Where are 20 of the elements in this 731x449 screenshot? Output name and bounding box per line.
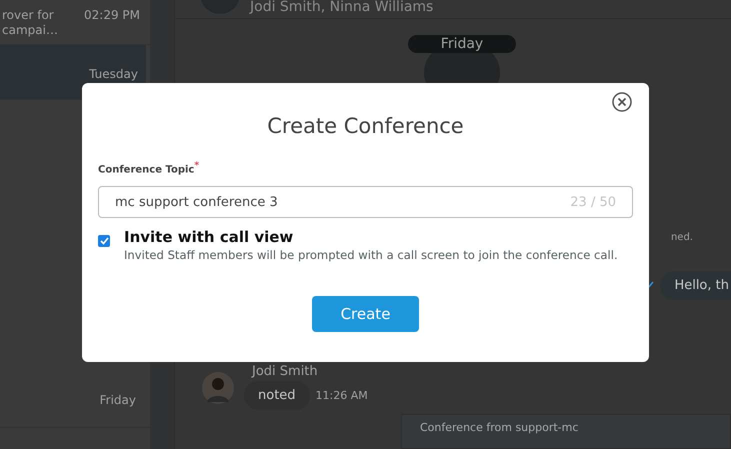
dialog-title: Create Conference xyxy=(266,114,465,138)
message-time: 11:26 AM xyxy=(316,388,368,402)
avatar xyxy=(202,370,234,406)
message-bubble: Hello, th xyxy=(660,270,731,300)
message-bubble: noted xyxy=(244,380,310,410)
conversation-time: 02:29 PM xyxy=(84,8,140,22)
close-icon[interactable] xyxy=(612,92,632,112)
create-button[interactable]: Create xyxy=(312,296,419,332)
checkbox[interactable] xyxy=(98,235,110,248)
conversation-time: Friday xyxy=(100,393,136,407)
message-preview: campai… xyxy=(2,23,58,38)
date-divider: Friday xyxy=(408,35,516,54)
conversation-time: Tuesday xyxy=(89,67,138,81)
status-text: ned. xyxy=(670,232,693,243)
message-preview: rover for xyxy=(2,8,55,23)
chat-participants: Jodi Smith, Ninna Williams xyxy=(250,0,434,14)
topic-field[interactable]: mc support conference 3 23 / 50 xyxy=(98,186,633,218)
conference-card: Conference from support-mc xyxy=(401,414,731,449)
sender-name: Jodi Smith xyxy=(252,364,319,379)
character-counter: 23 / 50 xyxy=(570,194,616,210)
